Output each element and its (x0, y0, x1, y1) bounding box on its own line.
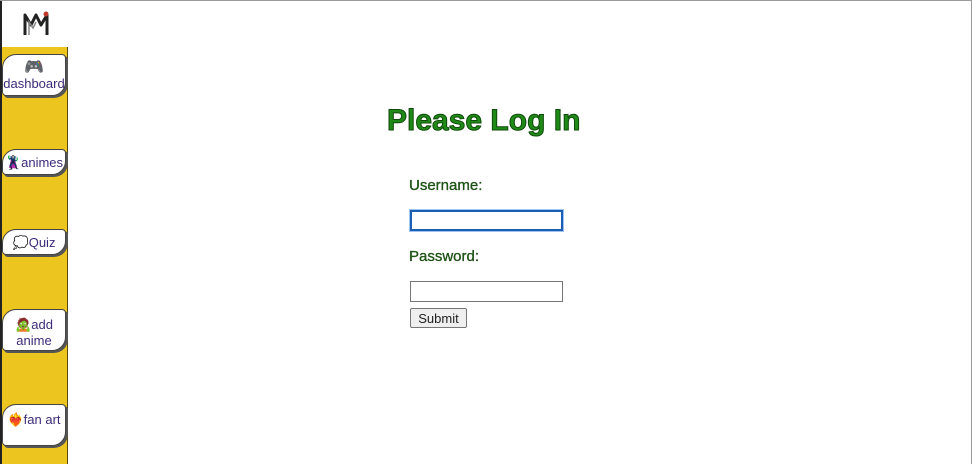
sidebar-item-dashboard[interactable]: 🎮 dashboard (2, 54, 66, 96)
sidebar-item-label: Quiz (28, 235, 56, 250)
sidebar-item-quiz[interactable]: 💭Quiz (2, 229, 66, 255)
logo-container[interactable] (0, 1, 68, 47)
character-add-icon: 🧟 (15, 317, 32, 332)
page-title: Please Log In (386, 104, 581, 138)
username-input[interactable] (409, 209, 564, 232)
password-label: Password: (409, 248, 480, 265)
username-label: Username: (409, 177, 483, 194)
heart-fire-icon: ❤️‍🔥 (7, 412, 24, 427)
sidebar-item-fan-art[interactable]: ❤️‍🔥fan art (2, 404, 66, 446)
submit-button[interactable]: Submit (410, 308, 467, 328)
page-frame (0, 0, 972, 464)
thought-bubble-icon: 💭 (12, 235, 29, 250)
sidebar (0, 47, 68, 464)
sidebar-item-add-anime[interactable]: 🧟add anime (2, 309, 66, 351)
logo-icon (23, 11, 49, 35)
sidebar-item-label: fan art (23, 412, 61, 427)
sidebar-item-animes[interactable]: 🦹animes (2, 149, 66, 175)
gamepad-icon: 🎮 (24, 59, 44, 76)
anime-character-icon: 🦹 (4, 155, 22, 170)
sidebar-item-label: dashboard (3, 76, 65, 91)
sidebar-item-label: animes (21, 155, 64, 170)
password-input[interactable] (410, 281, 563, 302)
